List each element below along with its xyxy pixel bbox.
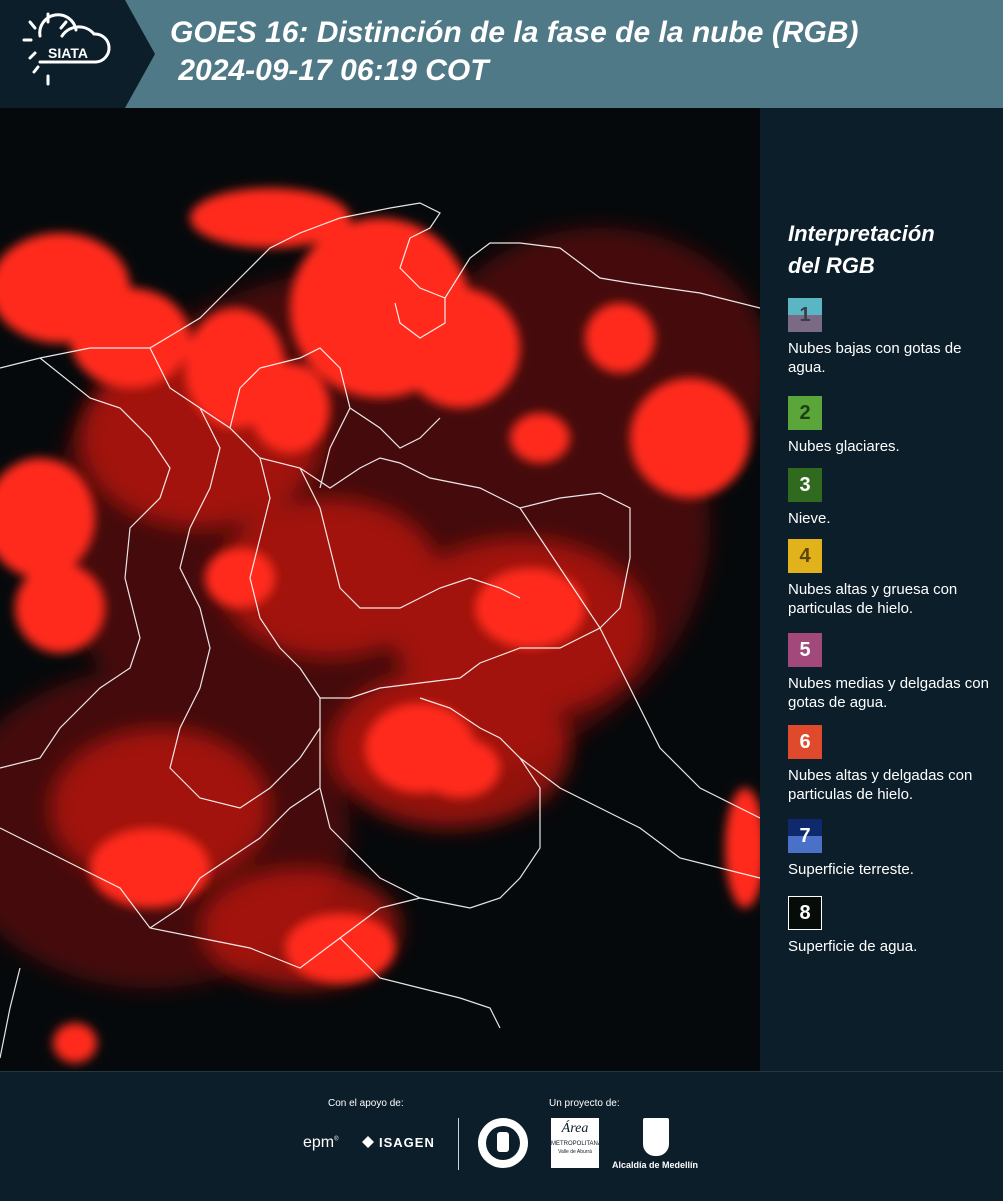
support-label: Con el apoyo de: <box>328 1098 404 1109</box>
area-metropolitana-logo: Área METROPOLITANA Valle de Aburrá <box>551 1118 602 1168</box>
legend-panel: Interpretación del RGB 1 Nubes bajas con… <box>760 108 1003 1071</box>
epm-logo: epm® <box>303 1134 339 1151</box>
siata-logo: SIATA <box>0 0 155 108</box>
footer-bar: Con el apoyo de: Un proyecto de: epm® IS… <box>0 1071 1003 1201</box>
legend-swatch-2: 2 <box>788 396 822 430</box>
satellite-map <box>0 108 760 1071</box>
legend-item-6: 6 Nubes altas y delgadas con particulas … <box>788 725 1000 804</box>
legend-swatch-6: 6 <box>788 725 822 759</box>
page-title: GOES 16: Distinción de la fase de la nub… <box>170 16 859 87</box>
legend-item-4: 4 Nubes altas y gruesa con particulas de… <box>788 539 1000 618</box>
legend-item-8: 8 Superficie de agua. <box>788 896 1000 956</box>
legend-swatch-5: 5 <box>788 633 822 667</box>
legend-item-1: 1 Nubes bajas con gotas de agua. <box>788 298 1000 377</box>
legend-label-8: Superficie de agua. <box>788 938 918 955</box>
legend-swatch-1: 1 <box>788 298 822 332</box>
footer-divider <box>458 1118 459 1170</box>
legend-label-1: Nubes bajas con gotas de agua. <box>788 340 962 376</box>
medellin-seal-logo <box>478 1118 528 1168</box>
project-label: Un proyecto de: <box>549 1098 620 1109</box>
alcaldia-shield-icon <box>643 1118 669 1156</box>
legend-item-2: 2 Nubes glaciares. <box>788 396 1000 456</box>
legend-label-3: Nieve. <box>788 510 831 527</box>
legend-swatch-8: 8 <box>788 896 822 930</box>
legend-item-5: 5 Nubes medias y delgadas con gotas de a… <box>788 633 1000 712</box>
logo-text: SIATA <box>48 45 88 61</box>
isagen-text: ISAGEN <box>379 1135 435 1150</box>
legend-item-7: 7 Superficie terreste. <box>788 819 1000 879</box>
legend-item-3: 3 Nieve. <box>788 468 1000 528</box>
legend-label-7: Superficie terreste. <box>788 861 914 878</box>
alcaldia-text: Alcaldía de Medellín <box>612 1160 699 1170</box>
legend-label-5: Nubes medias y delgadas con gotas de agu… <box>788 675 989 711</box>
isagen-logo <box>360 1134 376 1155</box>
legend-swatch-7: 7 <box>788 819 822 853</box>
legend-title: Interpretación del RGB <box>788 221 935 278</box>
legend-label-4: Nubes altas y gruesa con particulas de h… <box>788 581 958 617</box>
legend-swatch-4: 4 <box>788 539 822 573</box>
isagen-mark-icon <box>362 1136 374 1148</box>
legend-swatch-3: 3 <box>788 468 822 502</box>
header-bar: SIATA GOES 16: Distinción de la fase de … <box>0 0 1003 108</box>
legend-label-2: Nubes glaciares. <box>788 438 900 455</box>
legend-label-6: Nubes altas y delgadas con particulas de… <box>788 767 973 803</box>
